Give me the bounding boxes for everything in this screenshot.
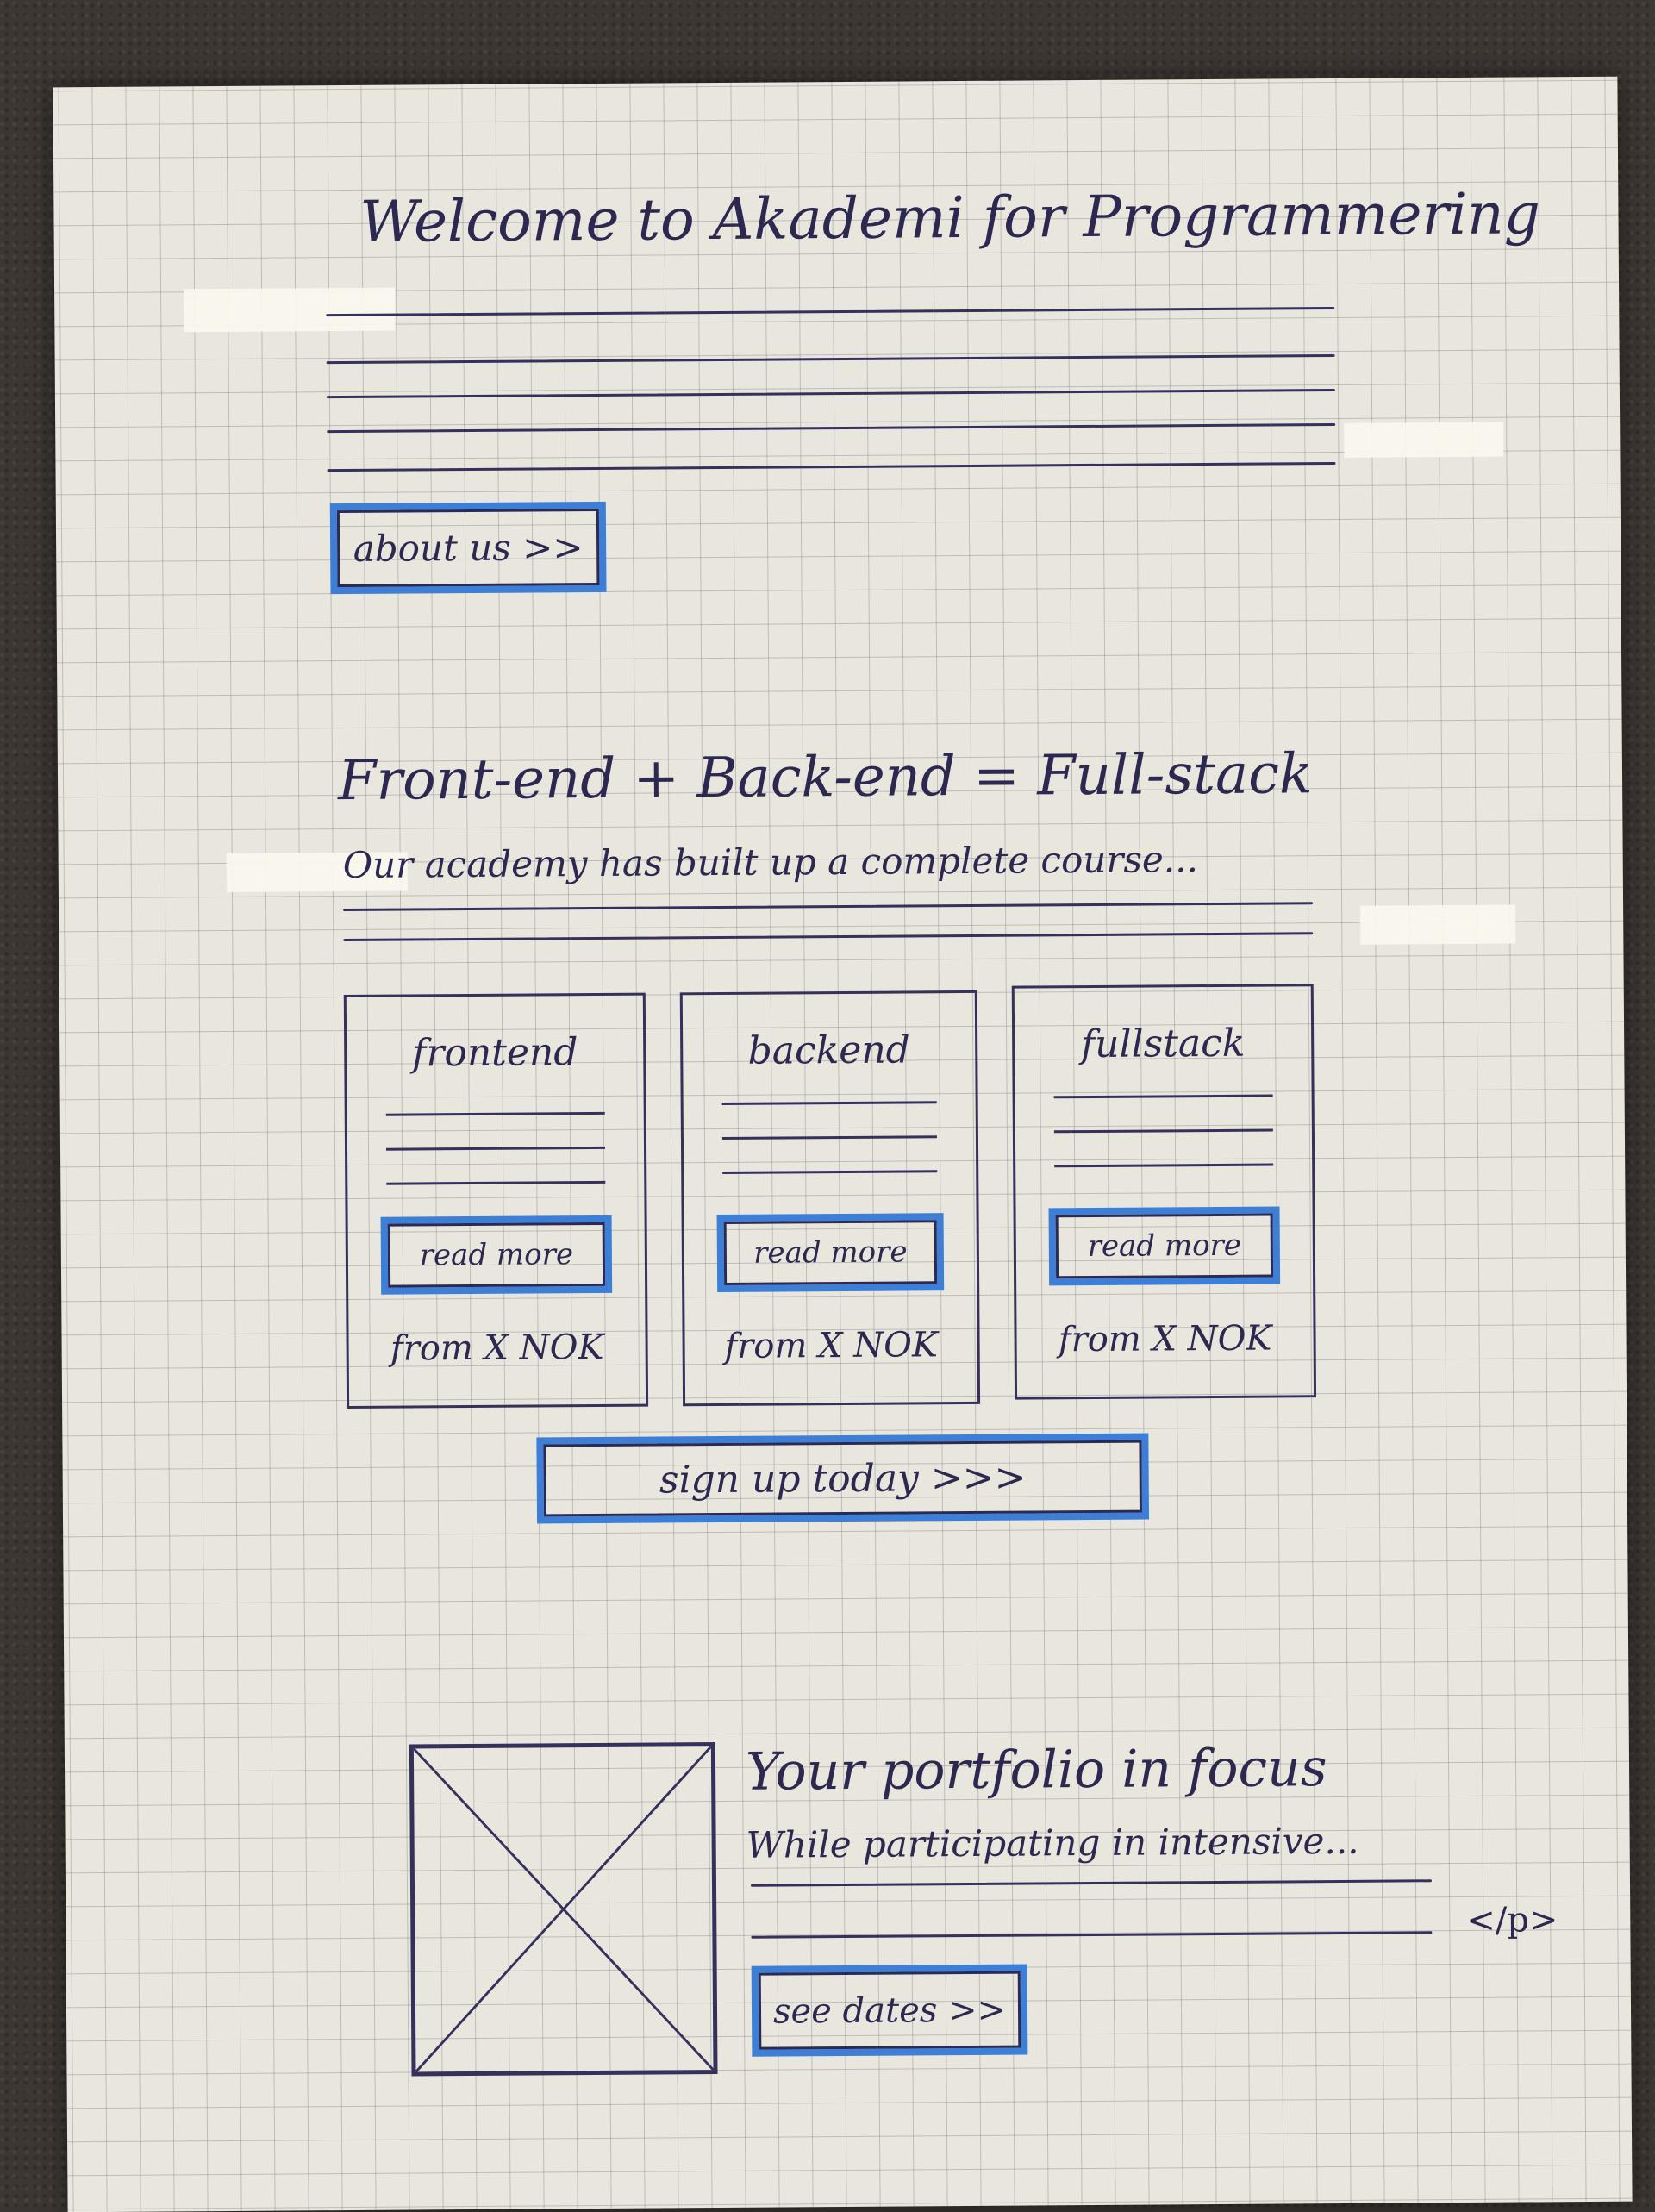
placeholder-text-line [386,1180,606,1185]
portfolio-intro: While participating in intensive... [746,1819,1359,1866]
placeholder-text-line [1054,1163,1274,1168]
tape-strip [1360,904,1516,945]
placeholder-text-line [326,306,1335,317]
card-price: from X NOK [390,1327,604,1369]
read-more-button[interactable]: read more [1048,1206,1281,1286]
tape-strip [184,287,396,333]
placeholder-text-line [1053,1094,1273,1099]
placeholder-text-line [750,1879,1432,1887]
placeholder-text-line [343,932,1314,942]
placeholder-text-line [722,1170,938,1174]
see-dates-button[interactable]: see dates >> [751,1964,1028,2057]
placeholder-text-line [326,388,1335,399]
read-more-button[interactable]: read more [380,1215,613,1295]
placeholder-text-line [343,902,1314,912]
placeholder-text-line [327,461,1336,472]
image-placeholder [409,1742,718,2077]
card-price: from X NOK [1058,1318,1272,1360]
placeholder-text-line [385,1111,605,1116]
card-title: fullstack [1080,1021,1246,1067]
placeholder-text-line [386,1146,606,1151]
closing-tag-note: </p> [1466,1900,1558,1940]
course-card-backend: backend read more from X NOK [679,990,981,1407]
read-more-button[interactable]: read more [716,1213,945,1293]
sketch-paper: Welcome to Akademi for Programmering abo… [53,76,1633,2212]
course-card-fullstack: fullstack read more from X NOK [1011,984,1317,1400]
tape-strip [1344,422,1504,458]
placeholder-text-line [1053,1128,1273,1134]
sign-up-button[interactable]: sign up today >>> [536,1433,1150,1524]
courses-heading: Front-end + Back-end = Full-stack [337,742,1313,814]
placeholder-text-line [327,422,1336,434]
placeholder-text-line [721,1101,937,1105]
placeholder-text-line [326,353,1335,365]
card-price: from X NOK [724,1325,939,1366]
card-title: frontend [411,1030,578,1076]
about-us-button[interactable]: about us >> [329,501,607,595]
hero-title: Welcome to Akademi for Programmering [359,180,1541,255]
placeholder-cross-icon [412,1746,715,2073]
portfolio-heading: Your portfolio in focus [745,1738,1327,1803]
course-card-frontend: frontend read more from X NOK [343,992,649,1409]
courses-intro: Our academy has built up a complete cour… [342,838,1199,887]
placeholder-text-line [751,1931,1433,1939]
placeholder-text-line [721,1135,937,1140]
card-title: backend [747,1028,911,1073]
